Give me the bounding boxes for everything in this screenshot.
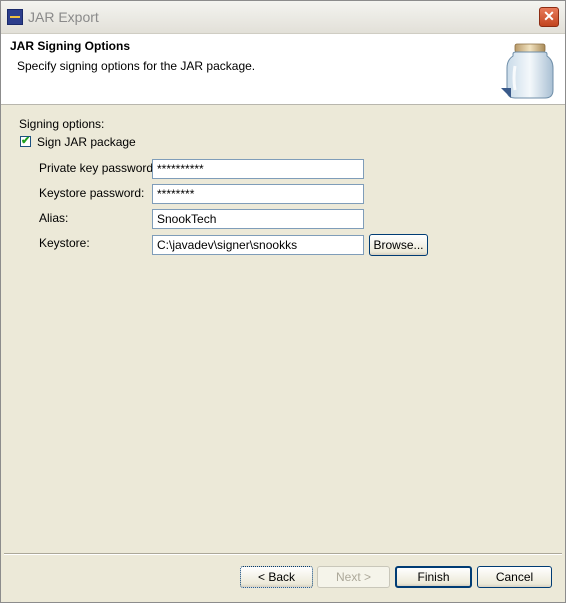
alias-label: Alias: <box>39 211 69 225</box>
private-key-password-label: Private key password: <box>39 161 157 175</box>
cancel-button[interactable]: Cancel <box>477 566 552 588</box>
keystore-password-label: Keystore password: <box>39 186 145 200</box>
browse-button[interactable]: Browse... <box>369 234 428 256</box>
private-key-password-field[interactable]: ********** <box>152 159 364 179</box>
title-bar[interactable]: JAR Export ✕ <box>1 1 565 34</box>
window-title: JAR Export <box>28 9 99 25</box>
button-bar-separator <box>4 553 562 555</box>
signing-options-label: Signing options: <box>19 117 105 131</box>
sign-jar-label[interactable]: Sign JAR package <box>37 135 136 149</box>
eclipse-app-icon <box>7 9 23 25</box>
finish-button[interactable]: Finish <box>395 566 472 588</box>
keystore-path-field[interactable]: C:\javadev\signer\snookks <box>152 235 364 255</box>
back-button[interactable]: < Back <box>240 566 313 588</box>
wizard-banner: JAR Signing Options Specify signing opti… <box>1 34 565 105</box>
jar-export-window: JAR Export ✕ JAR Signing Options Specify… <box>0 0 566 603</box>
next-button[interactable]: Next > <box>317 566 390 588</box>
page-title: JAR Signing Options <box>10 39 130 53</box>
sign-jar-checkbox[interactable]: ✔ <box>20 136 31 147</box>
jar-icon <box>501 43 554 99</box>
keystore-label: Keystore: <box>39 236 90 250</box>
alias-field[interactable]: SnookTech <box>152 209 364 229</box>
page-description: Specify signing options for the JAR pack… <box>17 59 256 73</box>
keystore-password-field[interactable]: ******** <box>152 184 364 204</box>
close-button[interactable]: ✕ <box>539 7 559 27</box>
